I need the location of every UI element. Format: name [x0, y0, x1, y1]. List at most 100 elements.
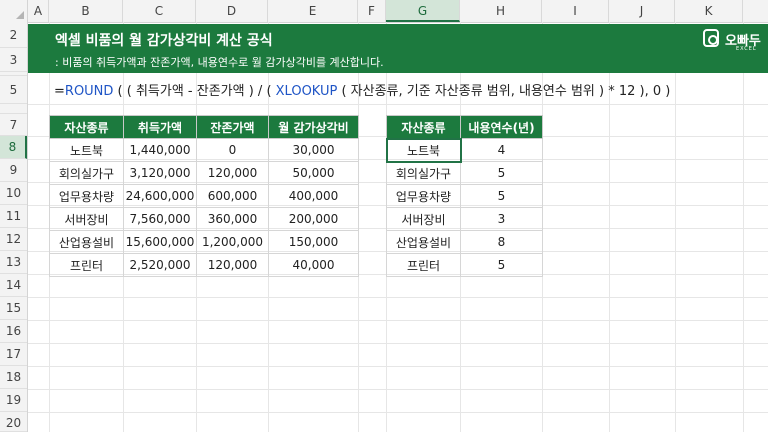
- table-row: 업무용차량 5: [386, 184, 543, 208]
- cell-residual-value[interactable]: 1,200,000: [196, 230, 269, 254]
- banner-title: 엑셀 비품의 월 감가상각비 계산 공식: [55, 33, 273, 49]
- gridline: [28, 366, 768, 367]
- cell-asset-type[interactable]: 회의실가구: [386, 161, 461, 185]
- row-header-12[interactable]: 12: [0, 228, 27, 251]
- cell-acquisition-cost[interactable]: 7,560,000: [123, 207, 197, 231]
- cell-monthly-depreciation[interactable]: 50,000: [268, 161, 359, 185]
- row-header-bar: 2 3 4 5 6 7 8 9 10 11 12 13 14 15 16 17 …: [0, 22, 28, 432]
- column-header-d[interactable]: D: [196, 0, 268, 22]
- cell-useful-life[interactable]: 3: [460, 207, 543, 231]
- gridline: [28, 389, 768, 390]
- cell-acquisition-cost[interactable]: 15,600,000: [123, 230, 197, 254]
- cell-useful-life[interactable]: 5: [460, 253, 543, 277]
- cell-useful-life[interactable]: 4: [460, 138, 543, 162]
- column-header-bar: A B C D E F G H I J K: [0, 0, 768, 23]
- column-header-a[interactable]: A: [28, 0, 49, 22]
- cell-monthly-depreciation[interactable]: 30,000: [268, 138, 359, 162]
- cell-asset-type[interactable]: 업무용차량: [386, 184, 461, 208]
- cell-useful-life[interactable]: 5: [460, 184, 543, 208]
- cell-residual-value[interactable]: 120,000: [196, 161, 269, 185]
- cell-acquisition-cost[interactable]: 24,600,000: [123, 184, 197, 208]
- row-header-19[interactable]: 19: [0, 389, 27, 412]
- column-header-i[interactable]: I: [542, 0, 609, 22]
- column-header-e[interactable]: E: [268, 0, 358, 22]
- cell-asset-type[interactable]: 서버장비: [49, 207, 124, 231]
- cell-monthly-depreciation[interactable]: 200,000: [268, 207, 359, 231]
- column-header-k[interactable]: K: [675, 0, 743, 22]
- oppadu-logo: 오빠두 EXCEL: [703, 28, 768, 54]
- header-asset-type[interactable]: 자산종류: [386, 115, 461, 139]
- table-header-row: 자산종류 내용연수(년): [386, 115, 543, 139]
- gridline: [28, 343, 768, 344]
- cell-asset-type[interactable]: 업무용차량: [49, 184, 124, 208]
- cell-asset-type[interactable]: 프린터: [386, 253, 461, 277]
- table-row: 회의실가구 5: [386, 161, 543, 185]
- cell-asset-type[interactable]: 산업용설비: [49, 230, 124, 254]
- formula-text: =ROUND ( ( 취득가액 - 잔존가액 ) / ( XLOOKUP ( 자…: [54, 80, 670, 99]
- table-row: 회의실가구 3,120,000 120,000 50,000: [49, 161, 359, 185]
- cell-acquisition-cost[interactable]: 1,440,000: [123, 138, 197, 162]
- gridline: [675, 22, 676, 432]
- gridline: [28, 412, 768, 413]
- gridline: [28, 297, 768, 298]
- row-header-16[interactable]: 16: [0, 320, 27, 343]
- row-header-14[interactable]: 14: [0, 274, 27, 297]
- row-header-7[interactable]: 7: [0, 114, 27, 136]
- table-row: 프린터 2,520,000 120,000 40,000: [49, 253, 359, 277]
- cell-residual-value[interactable]: 360,000: [196, 207, 269, 231]
- header-residual-value[interactable]: 잔존가액: [196, 115, 269, 139]
- table-header-row: 자산종류 취득가액 잔존가액 월 감가상각비: [49, 115, 359, 139]
- cell-monthly-depreciation[interactable]: 40,000: [268, 253, 359, 277]
- header-monthly-depreciation[interactable]: 월 감가상각비: [268, 115, 359, 139]
- row-header-5[interactable]: 5: [0, 76, 27, 104]
- cell-asset-type[interactable]: 회의실가구: [49, 161, 124, 185]
- column-header-extra: [743, 0, 768, 22]
- row-header-9[interactable]: 9: [0, 159, 27, 182]
- table-row: 서버장비 7,560,000 360,000 200,000: [49, 207, 359, 231]
- column-header-h[interactable]: H: [460, 0, 542, 22]
- table-row: 프린터 5: [386, 253, 543, 277]
- gridline: [743, 22, 744, 432]
- cell-useful-life[interactable]: 8: [460, 230, 543, 254]
- cell-useful-life[interactable]: 5: [460, 161, 543, 185]
- header-acquisition-cost[interactable]: 취득가액: [123, 115, 197, 139]
- cell-acquisition-cost[interactable]: 3,120,000: [123, 161, 197, 185]
- cell-monthly-depreciation[interactable]: 150,000: [268, 230, 359, 254]
- cell-asset-type[interactable]: 서버장비: [386, 207, 461, 231]
- row-header-15[interactable]: 15: [0, 297, 27, 320]
- cell-monthly-depreciation[interactable]: 400,000: [268, 184, 359, 208]
- column-header-b[interactable]: B: [49, 0, 123, 22]
- row-header-11[interactable]: 11: [0, 205, 27, 228]
- row-header-10[interactable]: 10: [0, 182, 27, 205]
- row-header-3[interactable]: 3: [0, 48, 27, 72]
- logo-icon: [703, 29, 719, 47]
- row-header-2[interactable]: 2: [0, 22, 27, 48]
- cell-asset-type[interactable]: 산업용설비: [386, 230, 461, 254]
- cell-residual-value[interactable]: 600,000: [196, 184, 269, 208]
- header-useful-life[interactable]: 내용연수(년): [460, 115, 543, 139]
- cell-asset-type[interactable]: 프린터: [49, 253, 124, 277]
- row-header-17[interactable]: 17: [0, 343, 27, 366]
- cell-residual-value[interactable]: 120,000: [196, 253, 269, 277]
- row-header-6[interactable]: 6: [0, 104, 27, 114]
- row-header-13[interactable]: 13: [0, 251, 27, 274]
- formula-round-fn: ROUND: [64, 84, 114, 99]
- cell-asset-type[interactable]: 노트북: [49, 138, 124, 162]
- table-row: 서버장비 3: [386, 207, 543, 231]
- column-header-f[interactable]: F: [358, 0, 386, 22]
- cell-asset-type-selected[interactable]: 노트북: [385, 137, 462, 163]
- row-header-8[interactable]: 8: [0, 136, 27, 159]
- column-header-j[interactable]: J: [609, 0, 675, 22]
- cell-acquisition-cost[interactable]: 2,520,000: [123, 253, 197, 277]
- formula-xlookup-fn: XLOOKUP: [275, 84, 338, 99]
- cell-residual-value[interactable]: 0: [196, 138, 269, 162]
- formula-equals: =: [54, 84, 65, 99]
- title-banner: 엑셀 비품의 월 감가상각비 계산 공식 : 비품의 취득가액과 잔존가액, 내…: [28, 24, 768, 73]
- header-asset-type[interactable]: 자산종류: [49, 115, 124, 139]
- select-all-corner[interactable]: [0, 0, 28, 22]
- formula-args-1: ( ( 취득가액 - 잔존가액 ) / (: [113, 84, 276, 99]
- row-header-18[interactable]: 18: [0, 366, 27, 389]
- row-header-20[interactable]: 20: [0, 412, 27, 432]
- column-header-g[interactable]: G: [386, 0, 460, 22]
- column-header-c[interactable]: C: [123, 0, 196, 22]
